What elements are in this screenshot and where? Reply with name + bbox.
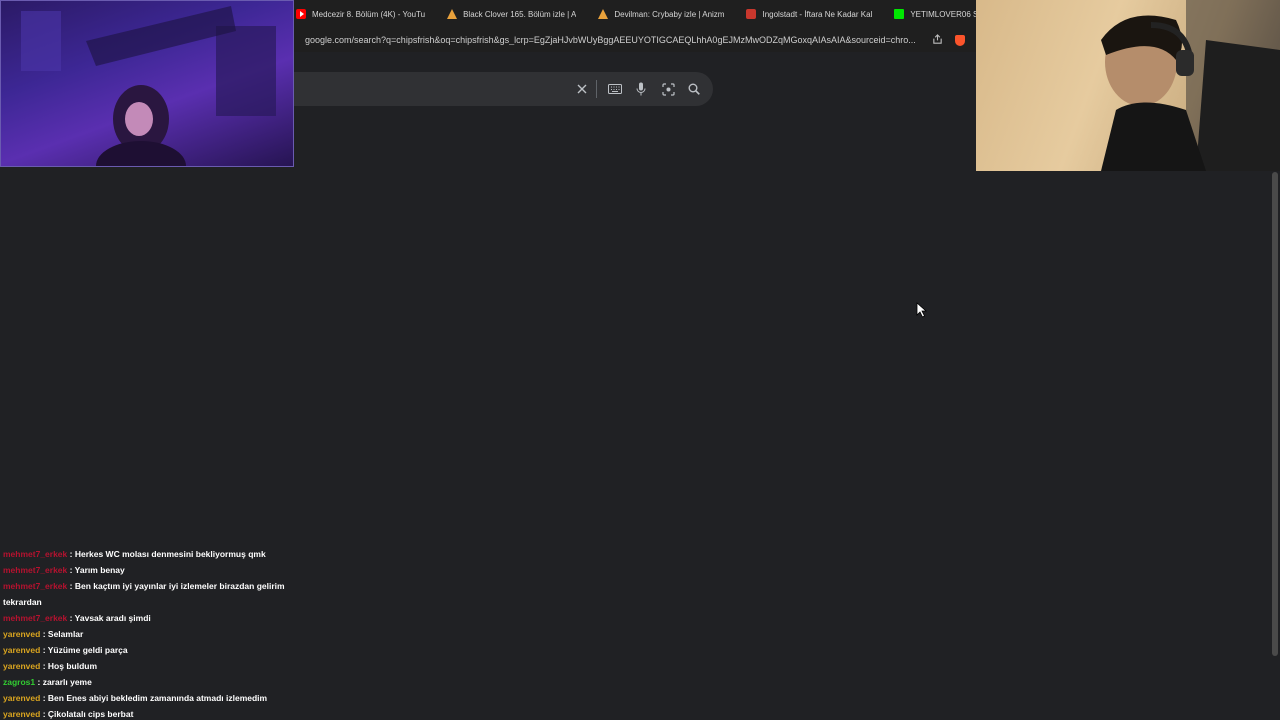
chat-username[interactable]: mehmet7_erkek <box>3 613 67 623</box>
stream-screen: Medcezir 8. Bölüm (4K) - YouTu Black Clo… <box>0 0 1280 720</box>
tab-label: Devilman: Crybaby izle | Anizm <box>614 9 725 19</box>
chat-message: mehmet7_erkek : Yarım benay <box>3 562 303 578</box>
tab-iftar[interactable]: Ingolstadt - İftara Ne Kadar Kal <box>744 0 878 28</box>
chat-text: Yarım benay <box>74 565 125 575</box>
chat-username[interactable]: yarenved <box>3 693 40 703</box>
chat-separator: : <box>67 581 75 591</box>
chat-separator: : <box>35 677 43 687</box>
chat-separator: : <box>40 645 48 655</box>
tab-devilman[interactable]: Devilman: Crybaby izle | Anizm <box>596 0 730 28</box>
chat-message: zagros1 : zararlı yeme <box>3 674 303 690</box>
divider <box>596 80 597 98</box>
brave-shield-icon[interactable] <box>955 34 965 46</box>
chat-text: zararlı yeme <box>42 677 92 687</box>
chat-username[interactable]: mehmet7_erkek <box>3 581 67 591</box>
keyboard-icon[interactable] <box>607 81 623 97</box>
chat-separator: : <box>67 549 75 559</box>
kick-icon <box>894 9 905 19</box>
chat-message: yarenved : Hoş buldum <box>3 658 303 674</box>
chat-separator: : <box>67 565 75 575</box>
url-text[interactable]: google.com/search?q=chipsfrish&oq=chipsf… <box>305 35 925 45</box>
tab-black-clover[interactable]: Black Clover 165. Bölüm izle | A <box>445 0 582 28</box>
chat-separator: : <box>40 629 48 639</box>
chat-separator: : <box>40 709 48 719</box>
youtube-icon <box>296 9 306 19</box>
lens-icon[interactable] <box>660 81 676 97</box>
tab-label: Medcezir 8. Bölüm (4K) - YouTu <box>312 9 426 19</box>
microphone-icon[interactable] <box>633 81 649 97</box>
chat-text: Çikolatalı cips berbat <box>47 709 134 719</box>
chat-message: mehmet7_erkek : Yavsak aradı şimdi <box>3 610 303 626</box>
chat-username[interactable]: mehmet7_erkek <box>3 565 67 575</box>
iftar-icon <box>746 9 757 19</box>
chat-text: Selamlar <box>47 629 84 639</box>
chat-message: yarenved : Ben Enes abiyi bekledim zaman… <box>3 690 303 706</box>
chat-username[interactable]: mehmet7_erkek <box>3 549 67 559</box>
webcam-left-image <box>21 6 276 166</box>
tab-youtube[interactable]: Medcezir 8. Bölüm (4K) - YouTu <box>294 0 431 28</box>
clear-icon[interactable] <box>574 81 590 97</box>
tab-label: YETIMLOVER06 Stream - W <box>910 9 976 19</box>
chat-text: Herkes WC molası denmesini bekliyormuş q… <box>74 549 266 559</box>
chat-username[interactable]: yarenved <box>3 661 40 671</box>
chat-separator: : <box>40 661 48 671</box>
anizm-icon <box>447 9 458 19</box>
tab-label: Ingolstadt - İftara Ne Kadar Kal <box>762 9 873 19</box>
chat-message: yarenved : Çikolatalı cips berbat <box>3 706 303 720</box>
chat-separator: : <box>67 613 75 623</box>
chat-message: mehmet7_erkek : Ben kaçtım iyi yayınlar … <box>3 578 303 610</box>
chat-username[interactable]: yarenved <box>3 709 40 719</box>
search-icon[interactable] <box>686 81 702 97</box>
chat-username[interactable]: zagros1 <box>3 677 35 687</box>
tab-list: Medcezir 8. Bölüm (4K) - YouTu Black Clo… <box>294 0 976 28</box>
chat-username[interactable]: yarenved <box>3 629 40 639</box>
share-icon[interactable] <box>931 34 943 46</box>
chat-text: Yüzüme geldi parça <box>47 645 128 655</box>
tab-kick-stream[interactable]: YETIMLOVER06 Stream - W <box>892 0 976 28</box>
google-search-header <box>294 52 976 147</box>
webcam-right-image <box>1101 0 1280 171</box>
search-input[interactable] <box>304 80 558 100</box>
webcam-left <box>0 0 294 167</box>
anizm-icon <box>598 9 609 19</box>
chat-message: yarenved : Selamlar <box>3 626 303 642</box>
chat-username[interactable]: yarenved <box>3 645 40 655</box>
chat-message: mehmet7_erkek : Herkes WC molası denmesi… <box>3 546 303 562</box>
search-box[interactable] <box>294 72 713 106</box>
chat-text: Yavsak aradı şimdi <box>74 613 151 623</box>
chat-separator: : <box>40 693 48 703</box>
stream-chat: mehmet7_erkek : Herkes WC molası denmesi… <box>3 546 303 720</box>
tab-label: Black Clover 165. Bölüm izle | A <box>463 9 577 19</box>
page-scrollbar[interactable] <box>1272 172 1278 656</box>
address-bar[interactable]: google.com/search?q=chipsfrish&oq=chipsf… <box>294 28 976 52</box>
mouse-cursor-icon <box>916 302 928 318</box>
chat-text: Ben Enes abiyi bekledim zamanında atmadı… <box>47 693 268 703</box>
chat-message: yarenved : Yüzüme geldi parça <box>3 642 303 658</box>
webcam-right <box>976 0 1280 171</box>
chat-text: Hoş buldum <box>47 661 98 671</box>
